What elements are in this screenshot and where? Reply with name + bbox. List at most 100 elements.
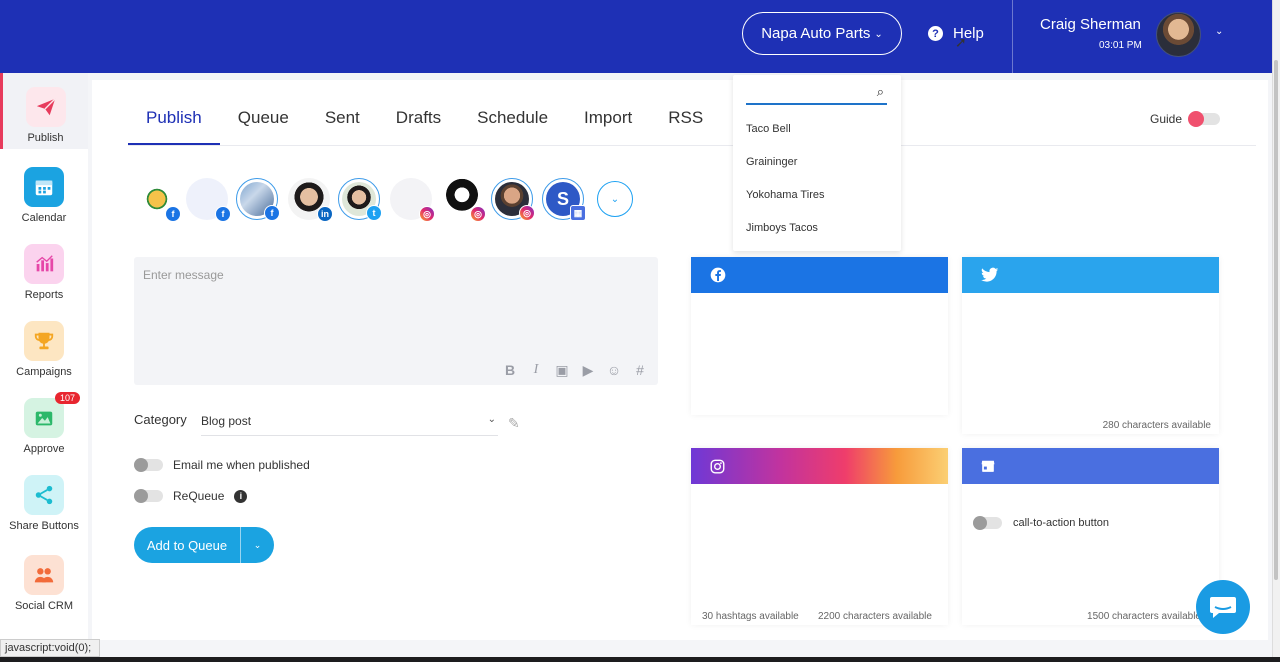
google-business-preview-header bbox=[962, 448, 1219, 484]
image-check-icon: 107 bbox=[24, 392, 81, 438]
email-label: Email me when published bbox=[173, 458, 310, 472]
sidebar-item-label: Campaigns bbox=[16, 366, 72, 378]
message-composer: B I ▣ ▶ ☺ # bbox=[134, 257, 658, 385]
calendar-icon bbox=[24, 167, 64, 207]
tab-schedule[interactable]: Schedule bbox=[459, 80, 566, 146]
tab-queue[interactable]: Queue bbox=[220, 80, 307, 146]
category-label: Category bbox=[134, 412, 187, 427]
account-facebook-3[interactable]: f bbox=[236, 178, 280, 221]
cta-option: call-to-action button bbox=[973, 516, 1109, 530]
sidebar-item-label: Social CRM bbox=[14, 600, 74, 612]
tab-sent[interactable]: Sent bbox=[307, 80, 378, 146]
email-toggle[interactable] bbox=[134, 458, 163, 472]
question-circle-icon: ? bbox=[928, 26, 943, 41]
company-search-input[interactable] bbox=[746, 80, 864, 104]
facebook-icon bbox=[710, 267, 726, 283]
account-instagram-3[interactable]: ◎ bbox=[491, 178, 535, 221]
info-icon[interactable]: i bbox=[234, 489, 248, 503]
sidebar-item-publish[interactable]: Publish bbox=[0, 73, 88, 149]
cta-label: call-to-action button bbox=[1013, 517, 1109, 529]
instagram-preview-header bbox=[691, 448, 948, 484]
dropdown-item[interactable]: Yokohama Tires bbox=[746, 189, 824, 201]
dropdown-item[interactable]: Taco Bell bbox=[746, 123, 791, 135]
account-instagram-2[interactable]: ◎ bbox=[441, 178, 486, 222]
cta-toggle[interactable] bbox=[973, 516, 1002, 530]
trophy-icon bbox=[24, 321, 64, 361]
google-business-char-count: 1500 characters available bbox=[1087, 611, 1201, 622]
main-panel: Publish Queue Sent Drafts Schedule Impor… bbox=[92, 80, 1268, 640]
add-to-queue-button[interactable]: Add to Queue bbox=[134, 527, 240, 563]
sidebar-item-social-crm[interactable]: Social CRM bbox=[0, 541, 88, 617]
user-avatar[interactable] bbox=[1156, 12, 1201, 57]
instagram-icon: ◎ bbox=[519, 205, 535, 221]
guide-label: Guide bbox=[1150, 112, 1183, 126]
company-name: Napa Auto Parts bbox=[761, 25, 871, 42]
sidebar-item-reports[interactable]: Reports bbox=[0, 230, 88, 306]
instagram-icon: ◎ bbox=[419, 206, 435, 222]
account-linkedin[interactable]: in bbox=[288, 178, 333, 222]
google-business-icon bbox=[981, 460, 995, 472]
company-search: ⌕ bbox=[746, 80, 887, 105]
tab-publish[interactable]: Publish bbox=[128, 80, 220, 146]
sidebar-item-label: Publish bbox=[27, 132, 64, 144]
sidebar-item-share-buttons[interactable]: Share Buttons bbox=[0, 461, 88, 537]
sidebar-item-campaigns[interactable]: Campaigns bbox=[0, 307, 88, 383]
guide-control: Guide bbox=[1150, 111, 1221, 127]
share-icon bbox=[24, 475, 64, 515]
sidebar-item-label: Approve bbox=[23, 443, 65, 455]
requeue-label: ReQueue bbox=[173, 489, 225, 503]
sidebar-item-approve[interactable]: 107 Approve bbox=[0, 384, 88, 460]
chat-bubble-icon bbox=[1210, 597, 1236, 618]
facebook-preview-header bbox=[691, 257, 948, 293]
search-icon[interactable]: ⌕ bbox=[877, 84, 884, 100]
guide-toggle[interactable] bbox=[1188, 111, 1221, 127]
google-business-icon: ▦ bbox=[570, 205, 586, 221]
scrollbar-thumb[interactable] bbox=[1274, 60, 1278, 580]
instagram-icon bbox=[710, 459, 725, 473]
chat-button[interactable] bbox=[1196, 580, 1250, 634]
bold-icon[interactable]: B bbox=[502, 362, 518, 379]
company-selector-button[interactable]: Napa Auto Parts ⌄ bbox=[742, 12, 902, 55]
facebook-preview bbox=[691, 257, 948, 415]
sidebar: Publish Calendar Reports Campaigns 107 A… bbox=[0, 73, 88, 662]
italic-icon[interactable]: I bbox=[528, 362, 544, 379]
emoji-icon[interactable]: ☺ bbox=[606, 362, 622, 379]
add-to-queue-button-group: Add to Queue ⌄ bbox=[134, 527, 274, 563]
account-facebook-2[interactable]: f bbox=[186, 178, 231, 222]
twitter-char-count: 280 characters available bbox=[1102, 420, 1211, 431]
user-menu-chevron-icon[interactable]: ⌄ bbox=[1215, 26, 1223, 37]
facebook-icon: f bbox=[215, 206, 231, 222]
paper-plane-icon bbox=[25, 87, 66, 127]
account-instagram-1[interactable]: ◎ bbox=[390, 178, 435, 222]
google-business-preview: call-to-action button 1500 characters av… bbox=[962, 448, 1219, 625]
tabs-divider bbox=[128, 145, 1256, 146]
twitter-preview: 280 characters available bbox=[962, 257, 1219, 434]
sidebar-item-calendar[interactable]: Calendar bbox=[0, 153, 88, 229]
dropdown-item[interactable]: Jimboys Tacos bbox=[746, 222, 818, 234]
edit-pencil-icon[interactable]: ✎ bbox=[508, 415, 520, 432]
requeue-option: ReQueue i bbox=[134, 489, 248, 503]
linkedin-icon: in bbox=[317, 206, 333, 222]
dropdown-item[interactable]: Graininger bbox=[746, 156, 797, 168]
tab-import[interactable]: Import bbox=[566, 80, 650, 146]
image-icon[interactable]: ▣ bbox=[554, 362, 570, 379]
requeue-toggle[interactable] bbox=[134, 489, 163, 503]
account-facebook-1[interactable]: f bbox=[136, 178, 181, 222]
account-twitter[interactable]: t bbox=[338, 178, 382, 221]
approve-count-badge: 107 bbox=[55, 392, 81, 404]
tab-rss[interactable]: RSS bbox=[650, 80, 721, 146]
more-accounts-chevron-icon[interactable]: ⌄ bbox=[597, 181, 633, 217]
instagram-hashtag-count: 30 hashtags available bbox=[702, 611, 799, 622]
chevron-down-icon: ⌄ bbox=[487, 414, 496, 425]
account-google-business[interactable]: S ▦ bbox=[542, 178, 586, 221]
category-select[interactable]: Blog post ⌄ bbox=[201, 410, 498, 436]
sidebar-item-label: Reports bbox=[24, 289, 64, 301]
bar-chart-icon bbox=[24, 244, 64, 284]
twitter-icon: t bbox=[366, 205, 382, 221]
video-icon[interactable]: ▶ bbox=[580, 362, 596, 379]
hashtag-icon[interactable]: # bbox=[632, 362, 648, 379]
instagram-char-count: 2200 characters available bbox=[818, 611, 932, 622]
queue-options-chevron-icon[interactable]: ⌄ bbox=[241, 527, 274, 563]
tab-drafts[interactable]: Drafts bbox=[378, 80, 459, 146]
tab-bar: Publish Queue Sent Drafts Schedule Impor… bbox=[128, 80, 721, 146]
